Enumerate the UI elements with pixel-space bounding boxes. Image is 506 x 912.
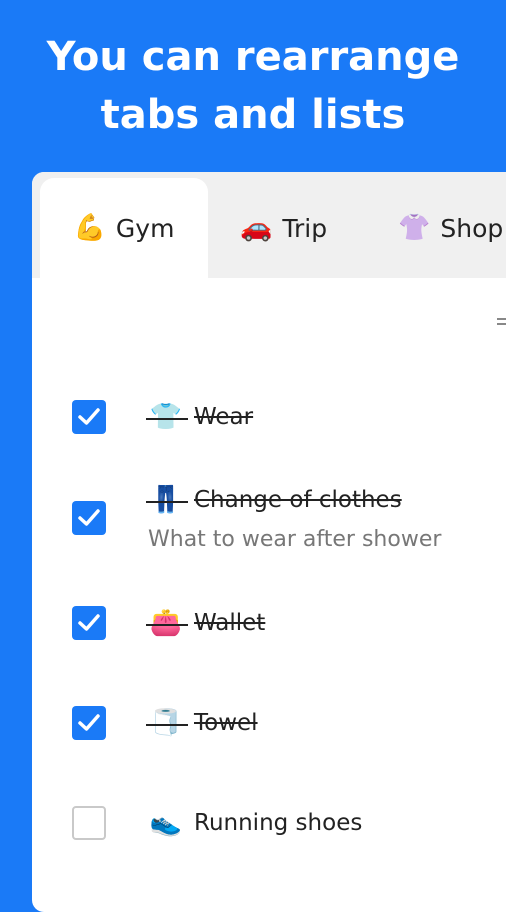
tab-gym-label: Gym (115, 213, 175, 243)
flexed-biceps-icon: 💪 (73, 213, 106, 243)
checkbox-unchecked[interactable] (72, 806, 106, 840)
purse-icon: 👛 (149, 608, 183, 638)
checkmark-icon (78, 509, 100, 526)
checkbox-checked[interactable] (72, 400, 106, 434)
car-icon: 🚗 (240, 213, 273, 243)
tab-trip[interactable]: 🚗 Trip (240, 178, 327, 278)
tab-trip-label: Trip (282, 213, 328, 243)
item-title: Wallet (194, 610, 266, 636)
tab-bar: 💪 Gym 🚗 Trip 👚 Shop (32, 172, 506, 278)
headline-line-2: tabs and lists (100, 92, 406, 138)
item-title: Running shoes (194, 810, 363, 836)
blouse-icon: 👚 (398, 213, 431, 243)
checkmark-icon (78, 408, 100, 425)
sort-icon[interactable] (497, 318, 506, 332)
strike-line (146, 624, 188, 626)
jeans-icon: 👖 (149, 485, 183, 515)
checkbox-checked[interactable] (72, 606, 106, 640)
running-shoe-icon: 👟 (149, 808, 183, 838)
strike-line (146, 501, 188, 503)
item-note: What to wear after shower (148, 527, 442, 552)
app-panel: 💪 Gym 🚗 Trip 👚 Shop 👕 Wear 👖 Change of c… (32, 172, 506, 912)
checkmark-icon (78, 714, 100, 731)
headline-line-1: You can rearrange (46, 34, 460, 80)
item-title: Change of clothes (194, 487, 402, 513)
tab-shop[interactable]: 👚 Shop (398, 178, 503, 278)
tab-gym[interactable]: 💪 Gym (40, 178, 208, 278)
headline: You can rearrange tabs and lists (0, 28, 506, 144)
checkmark-icon (78, 614, 100, 631)
towel-icon: 🧻 (149, 708, 183, 738)
t-shirt-icon: 👕 (149, 402, 183, 432)
tab-shop-label: Shop (440, 213, 504, 243)
checkbox-checked[interactable] (72, 706, 106, 740)
checkbox-checked[interactable] (72, 501, 106, 535)
item-title: Towel (194, 710, 258, 736)
strike-line (146, 418, 188, 420)
strike-line (146, 724, 188, 726)
item-title: Wear (194, 404, 254, 430)
